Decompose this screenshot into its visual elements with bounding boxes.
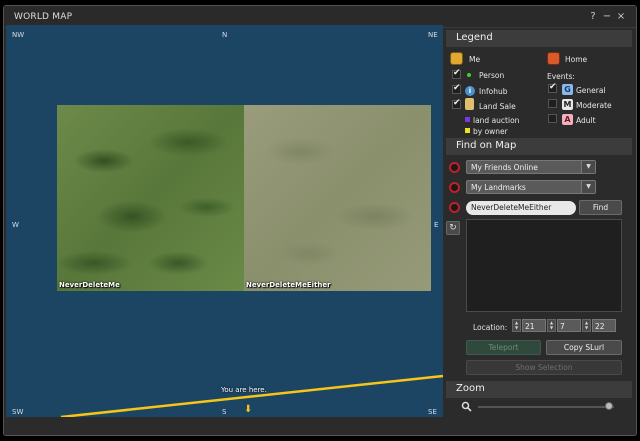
friends-tracking-icon: [449, 162, 460, 173]
landmarks-tracking-icon: [449, 182, 460, 193]
location-z-field[interactable]: 22: [592, 319, 616, 332]
show-selection-button[interactable]: Show Selection: [466, 360, 622, 375]
compass-sw: SW: [12, 408, 24, 416]
close-button[interactable]: ×: [616, 11, 626, 22]
world-map-view[interactable]: NeverDeleteMe NeverDeleteMeEither NW N N…: [6, 25, 443, 417]
location-label: Location:: [473, 323, 508, 332]
land-sale-icon: [465, 98, 474, 110]
friends-dropdown[interactable]: My Friends Online ▼: [466, 160, 596, 174]
compass-nw: NW: [12, 31, 25, 39]
adult-label: Adult: [576, 116, 596, 125]
compass-n: N: [222, 31, 228, 39]
help-button[interactable]: ?: [588, 11, 598, 22]
search-tracking-icon: [449, 202, 460, 213]
location-x-stepper[interactable]: ▲ ▼ 21: [512, 319, 546, 332]
zoom-header: Zoom: [446, 381, 632, 398]
zoom-magnifier-icon: [461, 401, 472, 412]
zoom-slider[interactable]: [478, 406, 614, 408]
person-dot-icon: [467, 73, 471, 77]
home-icon: [547, 52, 560, 65]
me-label: Me: [469, 55, 481, 64]
stepper-arrows-icon[interactable]: ▲ ▼: [582, 319, 591, 332]
legend-title: Legend: [456, 32, 493, 43]
infohub-icon: i: [465, 86, 475, 96]
me-icon: [450, 52, 463, 65]
compass-se: SE: [428, 408, 437, 416]
legend-header: Legend: [446, 30, 632, 47]
region-search-input[interactable]: NeverDeleteMeEither: [466, 201, 576, 215]
stepper-arrows-icon[interactable]: ▲ ▼: [547, 319, 556, 332]
teleport-button[interactable]: Teleport: [466, 340, 541, 355]
general-checkbox[interactable]: [548, 82, 557, 93]
by-owner-label: by owner: [473, 127, 508, 136]
land-sale-label: Land Sale: [479, 102, 516, 111]
location-y-stepper[interactable]: ▲ ▼ 7: [547, 319, 581, 332]
general-badge: G: [562, 84, 573, 95]
adult-checkbox[interactable]: [548, 114, 557, 123]
region-search-value: NeverDeleteMeEither: [471, 203, 552, 212]
search-results-list[interactable]: [466, 219, 622, 312]
land-auction-swatch: [465, 117, 470, 122]
zoom-title: Zoom: [456, 383, 485, 394]
find-on-map-title: Find on Map: [456, 140, 517, 151]
chevron-down-icon: ▼: [581, 161, 595, 173]
location-x-field[interactable]: 21: [522, 319, 546, 332]
compass-s: S: [222, 408, 227, 416]
moderate-label: Moderate: [576, 101, 612, 110]
find-button[interactable]: Find: [579, 200, 622, 215]
land-auction-label: land auction: [473, 116, 520, 125]
stepper-arrows-icon[interactable]: ▲ ▼: [512, 319, 521, 332]
infohub-label: Infohub: [479, 87, 508, 96]
chevron-down-icon: ▼: [581, 181, 595, 193]
find-on-map-header: Find on Map: [446, 138, 632, 155]
moderate-checkbox[interactable]: [548, 99, 557, 108]
land-sale-checkbox[interactable]: [452, 98, 461, 109]
events-label: Events:: [547, 72, 575, 81]
compass-ne: NE: [428, 31, 438, 39]
compass-w: W: [12, 221, 19, 229]
moderate-badge: M: [562, 99, 573, 110]
compass-e: E: [434, 221, 439, 229]
landmarks-dropdown[interactable]: My Landmarks ▼: [466, 180, 596, 194]
infohub-checkbox[interactable]: [452, 83, 461, 94]
landmarks-dropdown-value: My Landmarks: [471, 183, 526, 192]
location-y-field[interactable]: 7: [557, 319, 581, 332]
general-label: General: [576, 86, 606, 95]
refresh-icon[interactable]: ↻: [446, 221, 460, 235]
adult-badge: A: [562, 114, 573, 125]
you-are-here-label: You are here.: [221, 386, 267, 394]
copy-slurl-button[interactable]: Copy SLurl: [546, 340, 622, 355]
friends-dropdown-value: My Friends Online: [471, 163, 538, 172]
teleport-track-line: [60, 374, 443, 417]
person-label: Person: [479, 71, 505, 80]
minimize-button[interactable]: −: [602, 11, 612, 22]
home-label: Home: [565, 55, 588, 64]
location-z-stepper[interactable]: ▲ ▼ 22: [582, 319, 616, 332]
person-checkbox[interactable]: [452, 68, 461, 79]
zoom-slider-handle[interactable]: [604, 402, 613, 410]
by-owner-swatch: [465, 128, 470, 133]
you-are-here-arrow-icon: ⬇: [244, 404, 253, 415]
window-title: WORLD MAP: [14, 12, 73, 22]
